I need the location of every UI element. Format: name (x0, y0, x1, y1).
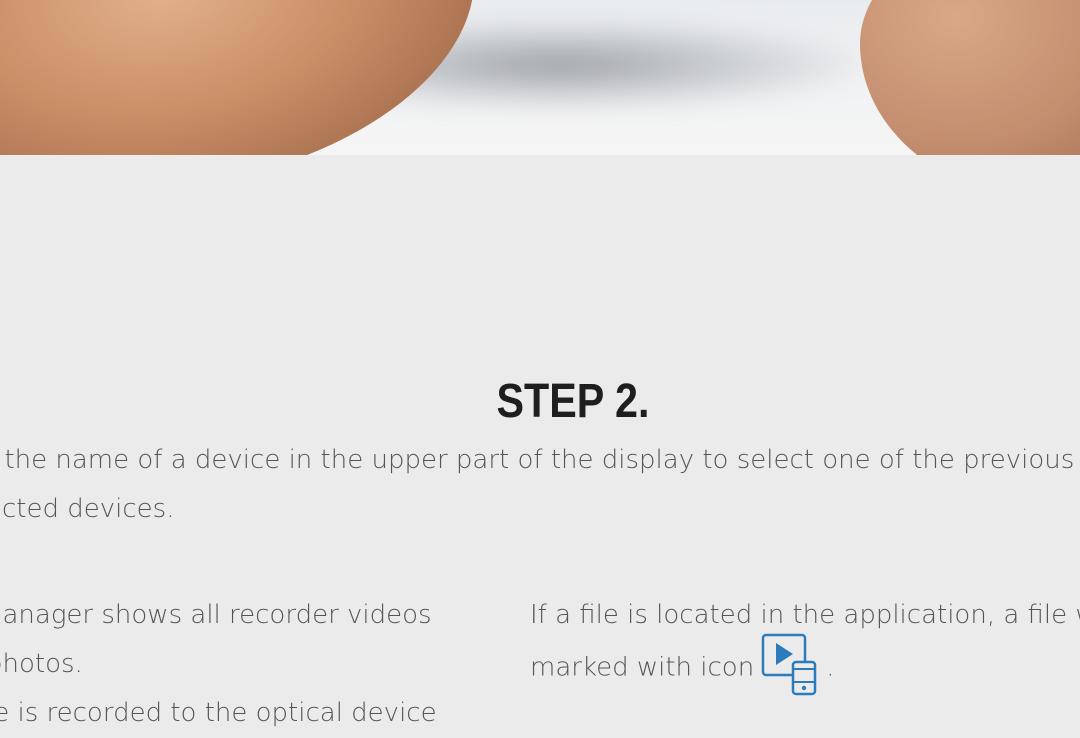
intro-paragraph: t the name of a device in the upper part… (0, 436, 1074, 534)
icon-sentence-prefix: marked with icon (530, 652, 755, 683)
hero-arm (0, 0, 499, 155)
left-column-line: nanager shows all recorder videos (0, 600, 432, 630)
intro-line: t the name of a device in the upper part… (0, 445, 1075, 475)
right-column-line: marked with icon . (530, 633, 1080, 696)
video-on-phone-icon (760, 632, 820, 696)
icon-sentence-suffix: . (826, 652, 835, 683)
hero-face (860, 0, 1080, 155)
left-column-line: photos. (0, 649, 83, 679)
hero-image (0, 0, 1080, 155)
step-title: STEP 2. (496, 374, 650, 428)
left-column-line: le is recorded to the optical device (0, 698, 437, 728)
intro-line: ected devices. (0, 494, 175, 524)
right-column-paragraph: If a file is located in the application,… (530, 591, 1080, 696)
